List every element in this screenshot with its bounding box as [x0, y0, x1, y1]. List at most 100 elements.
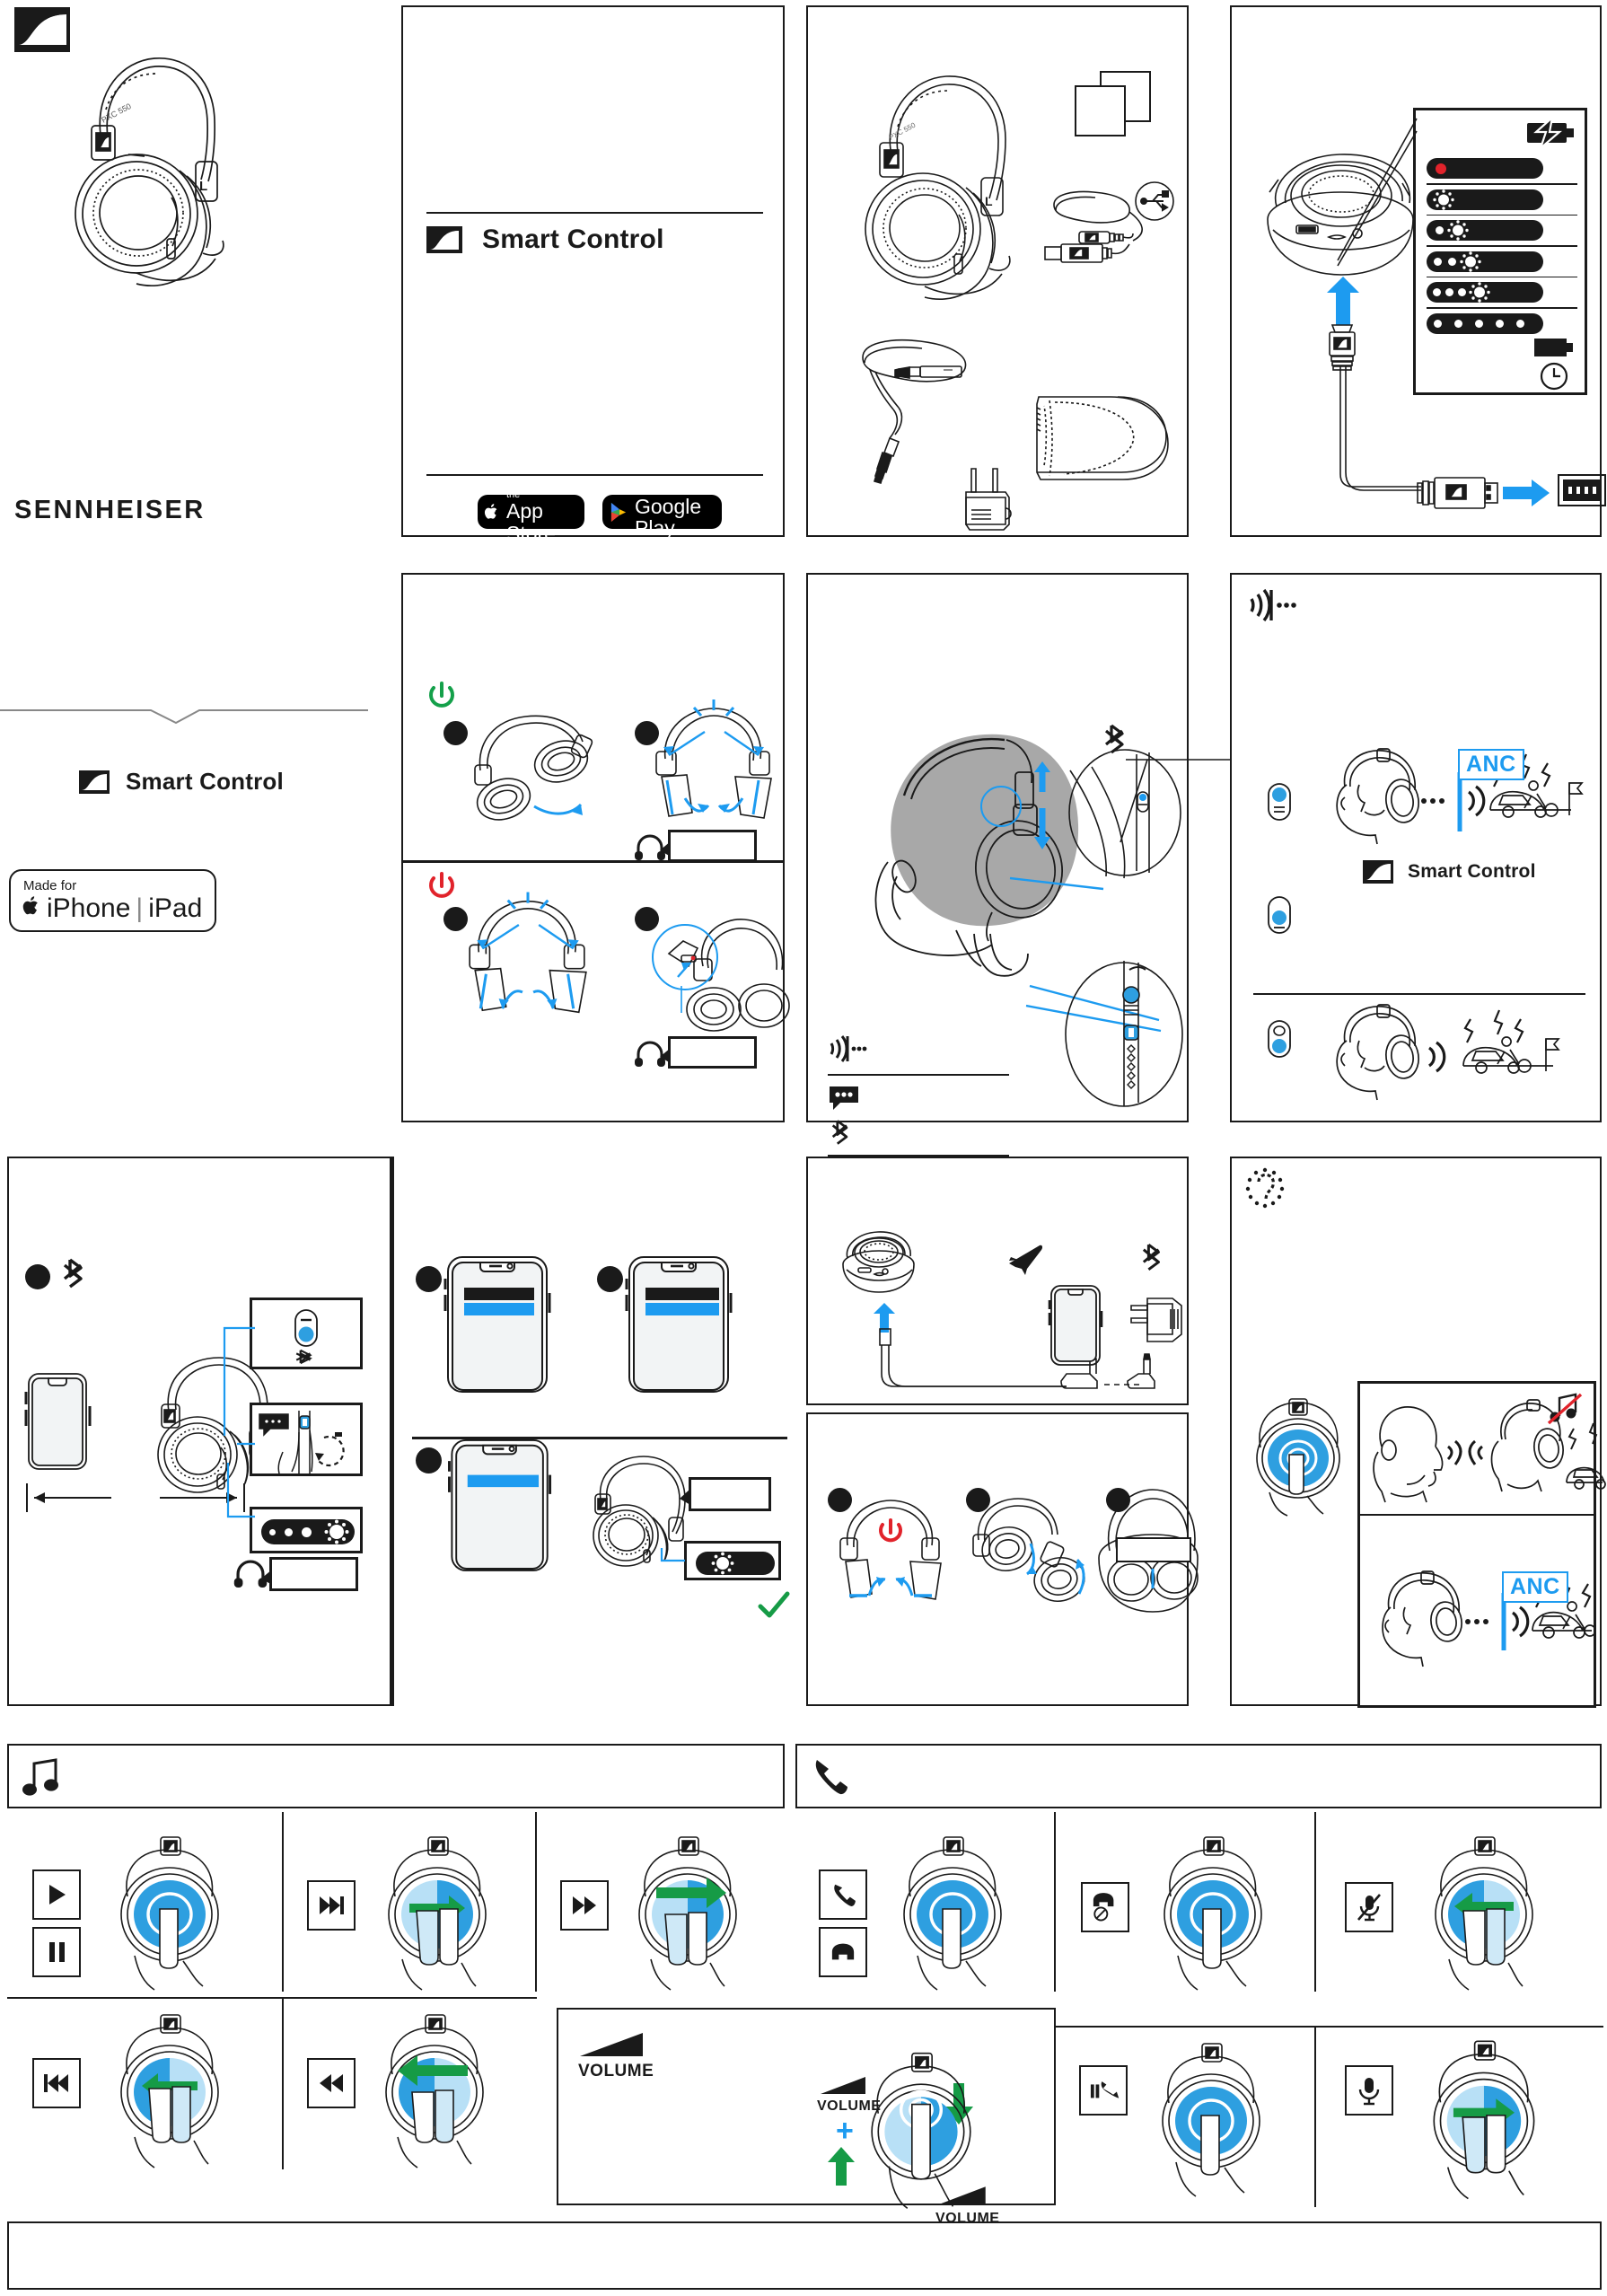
callout-pairing-switch: [250, 1298, 363, 1369]
anc-badge: ANC: [1502, 1571, 1568, 1603]
sidebar-smart-control-row: Smart Control: [79, 768, 284, 796]
power-icon: [429, 872, 454, 898]
apple-icon: [22, 895, 38, 914]
tap-center-gesture-icon[interactable]: [1155, 2040, 1271, 2202]
sidebar-divider: [0, 709, 368, 725]
panel-anc: ANC Smart Control: [1230, 573, 1602, 1122]
bluetooth-icon: [1142, 1243, 1160, 1271]
battery-full-icon: [1534, 339, 1573, 356]
step-bullet: [416, 1266, 442, 1292]
battery-charging-icon: [1527, 115, 1574, 152]
switch-up-icon[interactable]: [1268, 783, 1291, 821]
voice-prompt-bubble: [668, 1036, 757, 1069]
audio-cable-route-icon: [879, 1328, 1155, 1389]
smartphone-select-device-icon: [625, 1256, 733, 1393]
led-row: [1427, 216, 1577, 245]
voice-prompt-bubble: [668, 830, 757, 862]
phone-icon: [815, 1760, 847, 1795]
smartphone-connected-icon: [448, 1438, 552, 1571]
power-off-detail-icon: [652, 919, 790, 1032]
tap-center-gesture-icon[interactable]: [896, 1836, 1013, 1992]
legend-rule: [828, 1074, 1009, 1076]
panel-bluetooth-pairing: [7, 1157, 391, 1706]
tap-touchpad-icon[interactable]: [1251, 1398, 1346, 1517]
airline-adapter-icon: [965, 468, 1012, 531]
mfi-small-label: Made for: [23, 878, 77, 893]
insert-arrow-icon: [1503, 479, 1550, 506]
mfi-iphone-label: iPhone: [47, 893, 131, 923]
tap-center-gesture-icon[interactable]: [1156, 1836, 1273, 1992]
anc-app-name: Smart Control: [1408, 861, 1536, 882]
bubble-tail-icon: [660, 1048, 671, 1063]
usb-port-icon: [1558, 474, 1606, 506]
callout-leaders: [223, 1326, 255, 1518]
fold-step2-icon: [972, 1498, 1085, 1602]
documents-icon: [1075, 71, 1151, 136]
volume-wedge-icon: [580, 2033, 643, 2056]
panel-volume: VOLUME VOLUME + VOLUME –: [557, 2008, 1056, 2256]
volume-label: VOLUME: [578, 2062, 654, 2080]
tap-center-gesture-icon[interactable]: [113, 1836, 230, 1992]
panel-power-on-off: [401, 573, 790, 1122]
usb-cable-icon: [1044, 181, 1174, 263]
step-bullet: [416, 1447, 442, 1473]
google-play-big-label: Google Play: [635, 494, 702, 540]
smartphone-icon: [24, 1373, 92, 1470]
bluetooth-icon: [63, 1258, 83, 1289]
hero-headphones-illustration: L PXC 550: [36, 27, 260, 314]
swipe-right-gesture-icon[interactable]: [381, 1836, 497, 1992]
voice-prompt-bubble: [689, 1477, 771, 1511]
mfi-ipad-label: iPad: [148, 893, 203, 923]
arrow-up-icon: [828, 2147, 855, 2186]
swipe-left-gesture-icon[interactable]: [113, 2014, 230, 2169]
clock-icon: [1540, 362, 1568, 391]
airline-adapter-icon: [1130, 1298, 1182, 1342]
next-track-icon: [307, 1880, 356, 1931]
svg-text:PXC 550: PXC 550: [100, 101, 133, 125]
bluetooth-icon: [831, 1120, 848, 1145]
carry-case-icon: [1036, 396, 1169, 480]
footer-strip: [7, 2221, 1602, 2290]
bubble-tail-icon: [261, 1570, 272, 1585]
music-section-header: [7, 1744, 785, 1808]
control-fast-forward: [535, 1812, 786, 1992]
voice-prompt-bubble: [269, 1557, 358, 1591]
swipe-left-hold-gesture-icon[interactable]: [377, 2014, 496, 2169]
music-note-icon: [22, 1758, 58, 1796]
previous-track-icon: [32, 2058, 81, 2108]
callout-led-pairing: [250, 1507, 363, 1553]
app-store-badge[interactable]: Download on the App Store: [478, 479, 584, 544]
pause-icon: [32, 1927, 81, 1977]
usb-a-plug-icon: [1417, 477, 1498, 509]
app-top-rule: [426, 212, 763, 214]
switch-down-icon[interactable]: [1268, 1020, 1291, 1058]
talkthrough-off-scene: ANC: [1357, 1516, 1596, 1708]
google-play-badge[interactable]: GET IT ON Google Play: [602, 485, 722, 539]
talk-through-icon: [1245, 1167, 1285, 1209]
fast-forward-icon: [560, 1880, 609, 1931]
made-for-iphone-ipad-badge: Made for iPhone | iPad: [9, 869, 217, 932]
volume-gesture-icon[interactable]: [864, 2052, 982, 2211]
phone-hold-icon: [1079, 2065, 1128, 2116]
bluetooth-pair-switch-icon[interactable]: [294, 1309, 318, 1347]
swipe-right-gesture-icon[interactable]: [1426, 2040, 1546, 2202]
extend-headband-icon: [655, 699, 772, 819]
phone-accept-icon: [819, 1869, 867, 1920]
charge-arrow-icon: [1327, 277, 1359, 325]
led-status-callout: [1413, 108, 1587, 395]
fold-step1-icon: [839, 1500, 942, 1600]
app-store-big-label: App Store: [506, 499, 556, 545]
swipe-right-hold-gesture-icon[interactable]: [630, 1836, 749, 1992]
app-name-label: Smart Control: [482, 224, 664, 254]
switch-middle-icon[interactable]: [1268, 896, 1291, 934]
volume-up-wedge-icon: [821, 2077, 865, 2094]
mic-muted-icon: [1345, 1882, 1393, 1932]
led-row: [1427, 185, 1577, 215]
panel-smart-control-app: Smart Control Download on the App Store …: [401, 5, 785, 544]
google-play-small-label: GET IT ON: [635, 484, 684, 496]
music-muted-icon: [1547, 1393, 1583, 1425]
anc-smart-control-row: Smart Control: [1363, 860, 1536, 884]
voice-prompt-icon: [830, 1086, 858, 1110]
control-next-track: [282, 1812, 537, 1992]
swipe-left-gesture-icon[interactable]: [1426, 1836, 1546, 1992]
